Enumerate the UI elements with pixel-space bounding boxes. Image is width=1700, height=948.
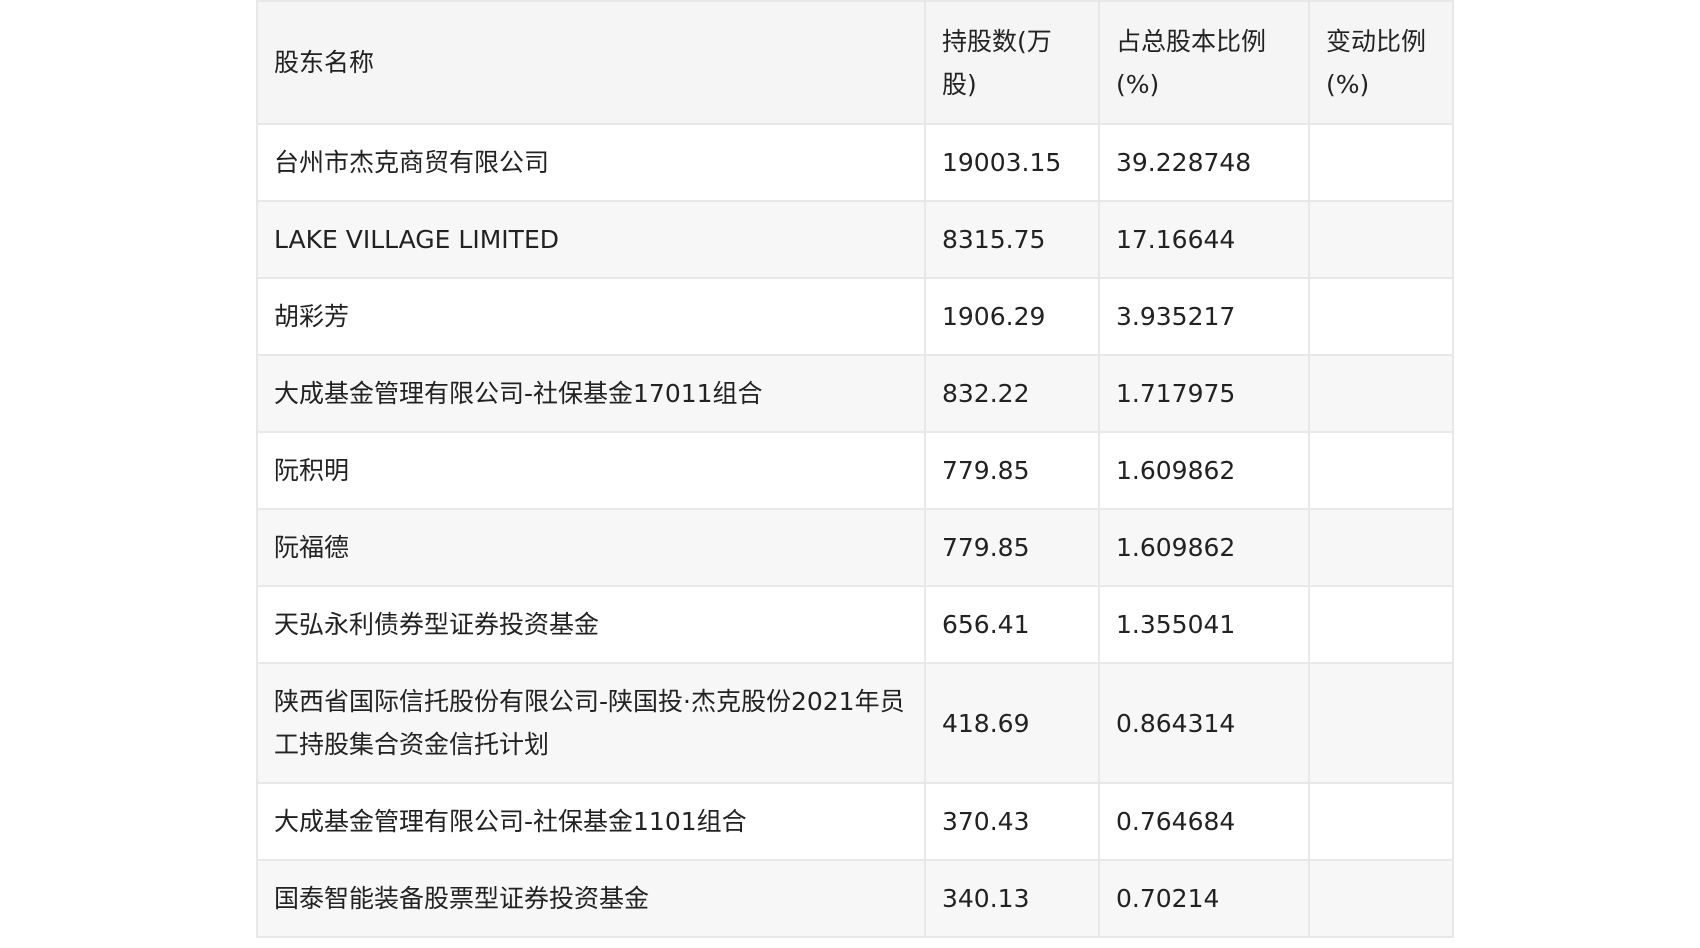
cell-shares: 1906.29 — [924, 277, 1100, 356]
cell-ratio: 39.228748 — [1098, 123, 1310, 202]
header-shares: 持股数(万股) — [924, 0, 1100, 125]
cell-ratio: 0.764684 — [1098, 782, 1310, 861]
cell-shareholder-name: 胡彩芳 — [256, 277, 926, 356]
cell-shareholder-name: LAKE VILLAGE LIMITED — [256, 200, 926, 279]
cell-change — [1308, 585, 1454, 664]
header-ratio: 占总股本比例(%) — [1098, 0, 1310, 125]
cell-ratio: 1.609862 — [1098, 508, 1310, 587]
cell-change — [1308, 431, 1454, 510]
cell-shares: 832.22 — [924, 354, 1100, 433]
cell-shareholder-name: 阮积明 — [256, 431, 926, 510]
header-change: 变动比例(%) — [1308, 0, 1454, 125]
cell-ratio: 3.935217 — [1098, 277, 1310, 356]
table-row: 国泰智能装备股票型证券投资基金 340.13 0.70214 — [256, 859, 1454, 938]
cell-shares: 370.43 — [924, 782, 1100, 861]
table-row: 大成基金管理有限公司-社保基金1101组合 370.43 0.764684 — [256, 782, 1454, 861]
cell-shares: 779.85 — [924, 508, 1100, 587]
cell-shares: 779.85 — [924, 431, 1100, 510]
cell-shares: 340.13 — [924, 859, 1100, 938]
table-row: 陕西省国际信托股份有限公司-陕国投·杰克股份2021年员工持股集合资金信托计划 … — [256, 662, 1454, 784]
table-row: 阮积明 779.85 1.609862 — [256, 431, 1454, 510]
cell-change — [1308, 508, 1454, 587]
cell-shares: 418.69 — [924, 662, 1100, 784]
cell-change — [1308, 782, 1454, 861]
table-row: 胡彩芳 1906.29 3.935217 — [256, 277, 1454, 356]
cell-shareholder-name: 天弘永利债券型证券投资基金 — [256, 585, 926, 664]
cell-shareholder-name: 国泰智能装备股票型证券投资基金 — [256, 859, 926, 938]
cell-shareholder-name: 阮福德 — [256, 508, 926, 587]
cell-shareholder-name: 大成基金管理有限公司-社保基金17011组合 — [256, 354, 926, 433]
cell-shareholder-name: 陕西省国际信托股份有限公司-陕国投·杰克股份2021年员工持股集合资金信托计划 — [256, 662, 926, 784]
cell-ratio: 0.70214 — [1098, 859, 1310, 938]
table-row: 大成基金管理有限公司-社保基金17011组合 832.22 1.717975 — [256, 354, 1454, 433]
table-row: 阮福德 779.85 1.609862 — [256, 508, 1454, 587]
cell-shares: 19003.15 — [924, 123, 1100, 202]
table-row: 天弘永利债券型证券投资基金 656.41 1.355041 — [256, 585, 1454, 664]
cell-shareholder-name: 大成基金管理有限公司-社保基金1101组合 — [256, 782, 926, 861]
table-row: LAKE VILLAGE LIMITED 8315.75 17.16644 — [256, 200, 1454, 279]
cell-change — [1308, 123, 1454, 202]
cell-shares: 656.41 — [924, 585, 1100, 664]
cell-ratio: 1.609862 — [1098, 431, 1310, 510]
cell-change — [1308, 200, 1454, 279]
table-header-row: 股东名称 持股数(万股) 占总股本比例(%) 变动比例(%) — [256, 0, 1454, 125]
header-shareholder-name: 股东名称 — [256, 0, 926, 125]
shareholder-table: 股东名称 持股数(万股) 占总股本比例(%) 变动比例(%) 台州市杰克商贸有限… — [256, 0, 1454, 938]
cell-change — [1308, 859, 1454, 938]
cell-ratio: 1.717975 — [1098, 354, 1310, 433]
shareholder-table-container: 股东名称 持股数(万股) 占总股本比例(%) 变动比例(%) 台州市杰克商贸有限… — [256, 0, 1454, 938]
cell-change — [1308, 354, 1454, 433]
cell-change — [1308, 277, 1454, 356]
cell-ratio: 17.16644 — [1098, 200, 1310, 279]
cell-ratio: 0.864314 — [1098, 662, 1310, 784]
cell-ratio: 1.355041 — [1098, 585, 1310, 664]
table-row: 台州市杰克商贸有限公司 19003.15 39.228748 — [256, 123, 1454, 202]
cell-change — [1308, 662, 1454, 784]
cell-shares: 8315.75 — [924, 200, 1100, 279]
cell-shareholder-name: 台州市杰克商贸有限公司 — [256, 123, 926, 202]
